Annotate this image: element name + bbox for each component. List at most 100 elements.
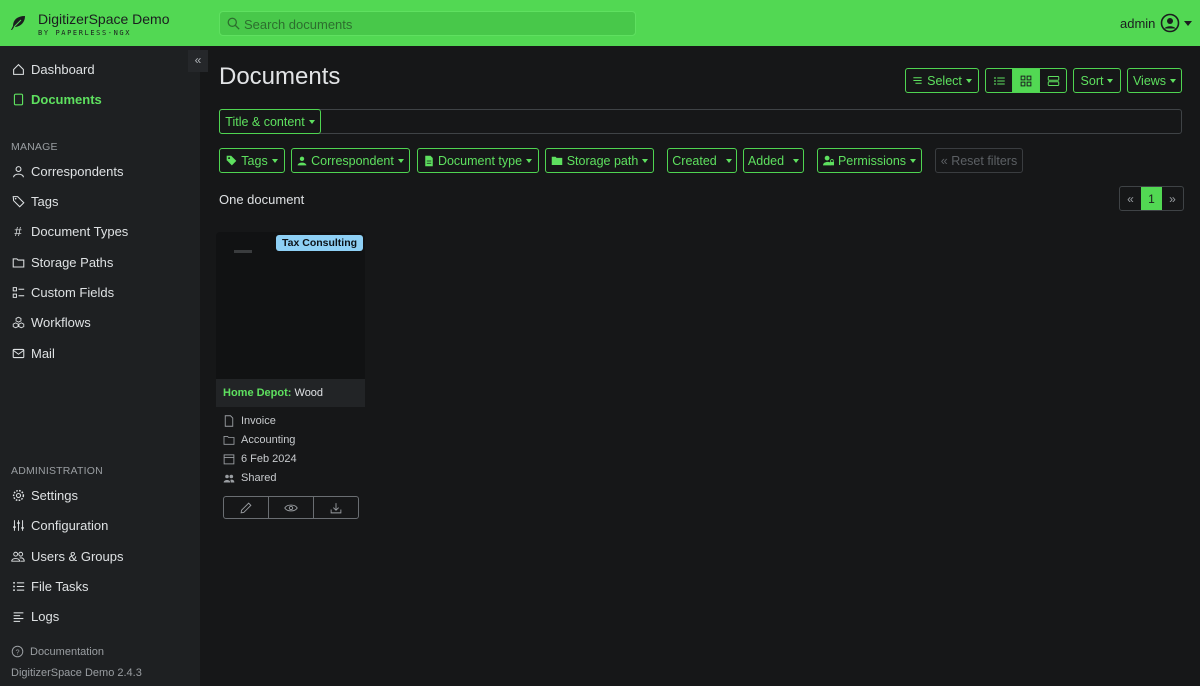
collapse-sidebar-button[interactable]: « [188, 50, 208, 72]
correspondent-link[interactable]: Home Depot [223, 387, 288, 399]
version-text: DigitizerSpace Demo 2.4.3 [11, 667, 142, 679]
caret-down-icon [965, 78, 972, 83]
sidebar-item-label: Settings [31, 487, 78, 503]
sharing-value: Shared [241, 472, 277, 484]
house-icon [11, 62, 25, 76]
user-circle-icon[interactable] [1160, 13, 1180, 33]
filter-permissions-button[interactable]: Permissions [817, 148, 922, 173]
storage-path-meta[interactable]: Accounting [223, 434, 295, 446]
pagination-page-1[interactable]: 1 [1141, 187, 1162, 210]
caret-down-icon [1107, 78, 1114, 83]
text-left-icon [11, 609, 25, 623]
sidebar-item-workflows[interactable]: Workflows [11, 311, 91, 333]
views-label: Views [1132, 73, 1167, 88]
grid-icon [1020, 75, 1032, 86]
app-title[interactable]: DigitizerSpace Demo [38, 11, 170, 27]
calendar-icon [223, 453, 235, 465]
sidebar-item-storage-paths[interactable]: Storage Paths [11, 251, 113, 273]
document-type-meta[interactable]: Invoice [223, 415, 276, 427]
caret-down-icon [642, 158, 649, 163]
pagination: « 1 » [1119, 186, 1184, 211]
hdd-stack-icon [1047, 75, 1059, 86]
filter-document-type-label: Document type [437, 153, 523, 168]
query-mode-dropdown[interactable]: Title & content [219, 109, 321, 134]
filter-correspondent-button[interactable]: Correspondent [291, 148, 410, 173]
sidebar-item-tags[interactable]: Tags [11, 190, 58, 212]
text-filter-input[interactable] [323, 112, 1173, 132]
folder-icon [11, 255, 25, 269]
top-navbar: DigitizerSpace Demo BY PAPERLESS-NGX adm… [0, 0, 1200, 46]
sidebar-item-label: Correspondents [31, 163, 124, 179]
sidebar-item-users-groups[interactable]: Users & Groups [11, 545, 123, 567]
sidebar-item-logs[interactable]: Logs [11, 605, 59, 627]
sidebar-item-documents[interactable]: Documents [11, 88, 102, 110]
preview-button[interactable] [269, 497, 314, 518]
sidebar-item-correspondents[interactable]: Correspondents [11, 160, 124, 182]
sort-button[interactable]: Sort [1073, 68, 1121, 93]
documentation-label: Documentation [30, 645, 104, 658]
search-icon [227, 17, 240, 30]
filter-correspondent-label: Correspondent [311, 153, 394, 168]
file-text-icon [424, 155, 434, 167]
filter-created-label: Created [672, 153, 717, 168]
search-input[interactable] [244, 15, 624, 33]
user-menu-caret-icon[interactable] [1184, 21, 1192, 26]
manage-section-header: MANAGE [11, 141, 58, 153]
views-button[interactable]: Views [1127, 68, 1182, 93]
user-name[interactable]: admin [1120, 16, 1155, 31]
document-card: Tax Consulting Home Depot: Wood Invoice … [216, 232, 365, 522]
reset-filters-button[interactable]: « Reset filters [935, 148, 1023, 173]
ui-radios-icon [11, 285, 25, 299]
caret-down-icon [308, 119, 315, 124]
svg-text:?: ? [15, 647, 19, 656]
list-icon [993, 76, 1005, 85]
filter-storage-path-button[interactable]: Storage path [545, 148, 654, 173]
query-mode-label: Title & content [225, 114, 305, 129]
pencil-icon [240, 501, 252, 513]
tag-badge[interactable]: Tax Consulting [276, 235, 364, 251]
people-icon [11, 549, 25, 563]
document-thumbnail[interactable]: Tax Consulting [216, 232, 365, 379]
sidebar-item-document-types[interactable]: # Document Types [11, 220, 128, 242]
edit-button[interactable] [224, 497, 269, 518]
sidebar-item-configuration[interactable]: Configuration [11, 514, 108, 536]
filter-created-button[interactable]: Created [667, 148, 737, 173]
person-icon [11, 164, 25, 178]
view-small-cards-button[interactable] [1013, 69, 1040, 92]
sidebar-item-label: Custom Fields [31, 284, 115, 300]
folder-fill-icon [551, 155, 563, 166]
person-fill-icon [297, 156, 307, 166]
filter-added-label: Added [747, 153, 785, 168]
envelope-icon [11, 346, 25, 360]
caret-down-icon [1170, 78, 1177, 83]
pagination-prev[interactable]: « [1120, 187, 1141, 210]
document-title-text: Wood [291, 387, 324, 399]
view-large-cards-button[interactable] [1040, 69, 1066, 92]
sidebar-item-label: Tags [31, 193, 59, 209]
view-table-button[interactable] [986, 69, 1013, 92]
select-button[interactable]: Select [905, 68, 979, 93]
sidebar-item-mail[interactable]: Mail [11, 342, 55, 364]
sidebar-item-settings[interactable]: Settings [11, 484, 78, 506]
tags-icon [11, 194, 25, 208]
sidebar-item-label: File Tasks [31, 578, 89, 594]
leaf-logo-icon[interactable] [10, 15, 26, 31]
search-box[interactable] [219, 11, 636, 36]
filter-added-button[interactable]: Added [743, 148, 804, 173]
tag-icon [226, 155, 237, 166]
sidebar-item-custom-fields[interactable]: Custom Fields [11, 281, 114, 303]
sort-label: Sort [1080, 73, 1104, 88]
file-icon [11, 92, 25, 106]
caret-down-icon [271, 158, 278, 163]
eye-icon [284, 504, 298, 511]
filter-tags-button[interactable]: Tags [219, 148, 285, 173]
download-button[interactable] [314, 497, 358, 518]
sidebar-item-file-tasks[interactable]: File Tasks [11, 575, 89, 597]
sidebar-item-label: Users & Groups [31, 548, 124, 564]
filter-storage-path-label: Storage path [566, 153, 639, 168]
documentation-link[interactable]: ? Documentation [11, 645, 104, 658]
filter-document-type-button[interactable]: Document type [417, 148, 539, 173]
sidebar-item-dashboard[interactable]: Dashboard [11, 58, 95, 80]
pagination-next[interactable]: » [1162, 187, 1183, 210]
filter-permissions-label: Permissions [837, 153, 907, 168]
